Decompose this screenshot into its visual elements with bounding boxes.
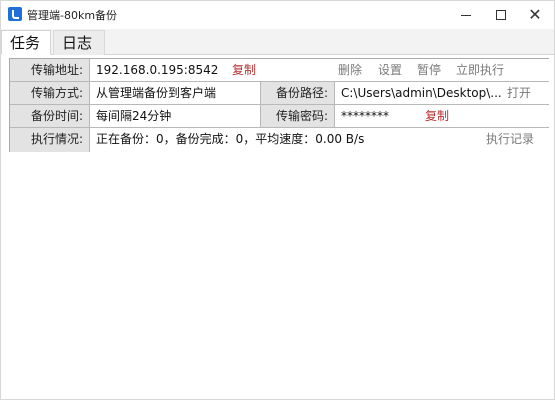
backup-time-label: 备份时间:: [10, 105, 90, 128]
execution-status-cell: 正在备份：0，备份完成：0，平均速度：0.00 B/s 执行记录: [90, 128, 549, 152]
transfer-mode-value: 从管理端备份到客户端: [90, 82, 261, 105]
app-window: 管理端-80km备份 ✕ 任务 日志 传输地址: 192.168.0.195:8…: [0, 0, 555, 400]
title-bar: 管理端-80km备份 ✕: [1, 1, 554, 29]
window-title: 管理端-80km备份: [27, 9, 118, 22]
close-icon: ✕: [528, 5, 542, 24]
close-button[interactable]: ✕: [518, 1, 552, 29]
backup-path-cell: C:\Users\admin\Desktop\... 打开: [335, 82, 549, 105]
transfer-address-value: 192.168.0.195:8542: [96, 63, 219, 77]
transfer-mode-label: 传输方式:: [10, 82, 90, 105]
tab-task[interactable]: 任务: [1, 30, 51, 55]
open-path-button[interactable]: 打开: [507, 82, 531, 104]
execution-status-label: 执行情况:: [10, 128, 90, 152]
task-info-grid: 传输地址: 192.168.0.195:8542 复制 删除 设置 暂停 立即执…: [9, 58, 549, 152]
maximize-button[interactable]: [484, 1, 518, 29]
delete-button[interactable]: 删除: [338, 59, 362, 81]
app-icon: [8, 7, 22, 21]
minimize-icon: [461, 14, 471, 16]
execution-status-value: 正在备份：0，备份完成：0，平均速度：0.00 B/s: [96, 132, 365, 146]
transfer-password-value: ********: [341, 109, 389, 123]
minimize-button[interactable]: [449, 1, 483, 29]
maximize-icon: [496, 10, 506, 20]
tab-log[interactable]: 日志: [53, 30, 105, 55]
copy-password-button[interactable]: 复制: [425, 105, 449, 127]
transfer-password-cell: ******** 复制: [335, 105, 549, 128]
run-now-button[interactable]: 立即执行: [456, 59, 504, 81]
copy-address-button[interactable]: 复制: [232, 59, 256, 81]
transfer-password-label: 传输密码:: [261, 105, 335, 128]
transfer-address-cell: 192.168.0.195:8542 复制 删除 设置 暂停 立即执行: [90, 59, 549, 82]
pause-button[interactable]: 暂停: [417, 59, 441, 81]
execution-history-button[interactable]: 执行记录: [486, 128, 534, 150]
tab-bar: 任务 日志: [1, 29, 554, 55]
transfer-address-label: 传输地址:: [10, 59, 90, 82]
backup-path-label: 备份路径:: [261, 82, 335, 105]
settings-button[interactable]: 设置: [378, 59, 402, 81]
backup-time-value: 每间隔24分钟: [90, 105, 261, 128]
backup-path-value: C:\Users\admin\Desktop\...: [341, 86, 502, 100]
